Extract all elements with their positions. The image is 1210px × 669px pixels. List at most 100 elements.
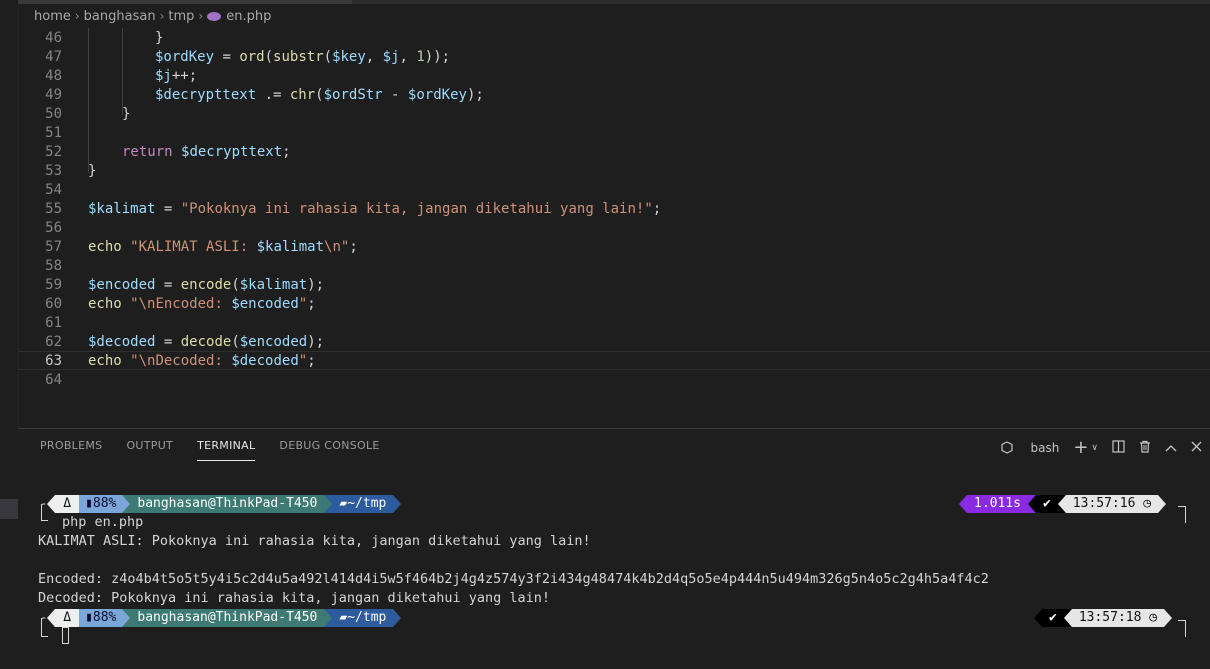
code-line: 54	[18, 181, 1210, 200]
code-line: 56	[18, 219, 1210, 238]
line-number: 49	[45, 87, 62, 103]
user-segment: banghasan@ThinkPad-T450	[130, 494, 325, 513]
chevron-up-icon[interactable]	[1165, 441, 1177, 455]
line-number: 51	[45, 125, 62, 141]
code-text: echo "\nEncoded: $encoded";	[88, 296, 316, 312]
php-file-icon	[207, 11, 222, 21]
close-icon[interactable]	[1191, 441, 1202, 455]
line-number: 64	[45, 372, 62, 388]
code-text: }	[88, 163, 97, 179]
breadcrumb-banghasan[interactable]: banghasan	[84, 9, 156, 24]
line-number: 54	[45, 182, 62, 198]
terminal-command: php en.php	[62, 514, 144, 530]
code-text: $decrypttext .= chr($ordStr - $ordKey);	[155, 87, 484, 103]
breadcrumb-tmp[interactable]: tmp	[168, 9, 194, 24]
code-line: 47 $ordKey = ord(substr($key, $j, 1));	[18, 48, 1210, 67]
time-value: 13:57:18	[1078, 610, 1142, 625]
battery-segment: ▮ 88%	[79, 494, 123, 513]
chevron-right-icon: ›	[198, 9, 204, 23]
chevron-right-icon: ›	[74, 9, 80, 23]
code-text: echo "\nDecoded: $decoded";	[88, 353, 316, 369]
prompt-corner-right	[1178, 620, 1186, 637]
code-line: 55 $kalimat = "Pokoknya ini rahasia kita,…	[18, 200, 1210, 219]
code-text: }	[122, 106, 131, 122]
tab-debug-console[interactable]: DEBUG CONSOLE	[279, 439, 379, 461]
segment-cap	[47, 608, 56, 627]
chevron-down-icon[interactable]: ∨	[1091, 443, 1098, 453]
line-number-current: 63	[45, 353, 62, 369]
segment-cap	[959, 494, 967, 513]
activity-strip	[0, 0, 19, 668]
line-number: 59	[45, 277, 62, 293]
time-segment: 13:57:18 ◷	[1071, 608, 1165, 627]
line-number: 47	[45, 49, 62, 65]
time-segment: 13:57:16 ◷	[1065, 494, 1159, 513]
code-line: 52 return $decrypttext;	[18, 143, 1210, 162]
segment-arrow	[122, 608, 131, 627]
line-number: 50	[45, 106, 62, 122]
code-line: 58	[18, 257, 1210, 276]
battery-value: 88%	[92, 610, 117, 625]
code-text: echo "KALIMAT ASLI: $kalimat\n";	[88, 239, 358, 255]
prompt-corner-right	[1178, 506, 1186, 523]
trash-icon[interactable]	[1139, 440, 1151, 456]
line-number: 57	[45, 239, 62, 255]
code-text: $j++;	[155, 68, 198, 84]
code-text: return $decrypttext;	[122, 144, 291, 160]
battery-segment: ▮ 88%	[79, 608, 123, 627]
segment-end-arrow	[1158, 494, 1167, 513]
prompt-corner-left	[41, 504, 48, 521]
dir-segment: ▰ ~/tmp	[332, 494, 394, 513]
terminal-icon	[1001, 440, 1014, 454]
line-number: 56	[45, 220, 62, 236]
breadcrumb-file[interactable]: en.php	[226, 9, 271, 24]
terminal-output-line: Encoded: z4o4b4t5o5t5y4i5c2d4u5a492l414d…	[38, 571, 989, 587]
code-text: $encoded = encode($kalimat);	[88, 277, 325, 293]
prompt-line-2: ╭ Δ ▮ 88% banghasan@ThinkPad-T450 ▰ ~/tm…	[38, 608, 402, 627]
panel-tabs: PROBLEMS OUTPUT TERMINAL DEBUG CONSOLE	[40, 439, 404, 461]
editor-tabbar	[18, 0, 1210, 4]
breadcrumb: home › banghasan › tmp › en.php	[34, 6, 271, 26]
code-line: 49 $decrypttext .= chr($ordStr - $ordKey)…	[18, 86, 1210, 105]
terminal-cursor	[62, 627, 69, 644]
terminal-output-line: Decoded: Pokoknya ini rahasia kita, jang…	[38, 590, 551, 606]
code-line: 53}	[18, 162, 1210, 181]
split-terminal-icon[interactable]	[1112, 439, 1125, 456]
code-text: $ordKey = ord(substr($key, $j, 1));	[155, 49, 451, 65]
segment-arrow	[324, 608, 333, 627]
prompt-line-1: ╭ Δ ▮ 88% banghasan@ThinkPad-T450 ▰ ~/tm…	[38, 494, 402, 513]
tab-terminal[interactable]: TERMINAL	[197, 439, 256, 461]
code-line: 57 echo "KALIMAT ASLI: $kalimat\n";	[18, 238, 1210, 257]
user-segment: banghasan@ThinkPad-T450	[130, 608, 325, 627]
code-line: 59 $encoded = encode($kalimat);	[18, 276, 1210, 295]
activity-selected[interactable]	[0, 499, 18, 519]
terminal-output-line: KALIMAT ASLI: Pokoknya ini rahasia kita,…	[38, 533, 591, 549]
code-line: 50}	[18, 105, 1210, 124]
code-line: 60 echo "\nEncoded: $encoded";	[18, 295, 1210, 314]
segment-arrow	[1027, 494, 1036, 513]
code-line: 51	[18, 124, 1210, 143]
shell-name: bash	[1030, 440, 1060, 455]
dir-value: ~/tmp	[347, 496, 387, 511]
segment-cap	[47, 494, 56, 513]
tab-output[interactable]: OUTPUT	[126, 439, 173, 461]
code-line: 64	[18, 371, 1210, 390]
dir-segment: ▰ ~/tmp	[332, 608, 394, 627]
battery-value: 88%	[92, 496, 117, 511]
terminal-shell-selector[interactable]: bash	[1001, 441, 1059, 455]
active-tab-edge[interactable]	[18, 0, 352, 4]
duration-segment: 1.011s	[967, 494, 1028, 513]
prompt-right-2: ✔ 13:57:18 ◷	[1034, 608, 1173, 627]
breadcrumb-home[interactable]: home	[34, 9, 71, 24]
chevron-right-icon: ›	[159, 9, 165, 23]
segment-arrow	[122, 494, 131, 513]
os-segment: Δ	[55, 608, 80, 627]
segment-arrow	[1057, 494, 1066, 513]
line-number: 48	[45, 68, 62, 84]
line-number: 60	[45, 296, 62, 312]
tab-problems[interactable]: PROBLEMS	[40, 439, 102, 461]
prompt-corner-left	[41, 618, 48, 637]
line-number: 52	[45, 144, 62, 160]
code-editor[interactable]: 46} 47 $ordKey = ord(substr($key, $j, 1))…	[18, 28, 1210, 428]
new-terminal-button[interactable]: +	[1073, 437, 1088, 458]
